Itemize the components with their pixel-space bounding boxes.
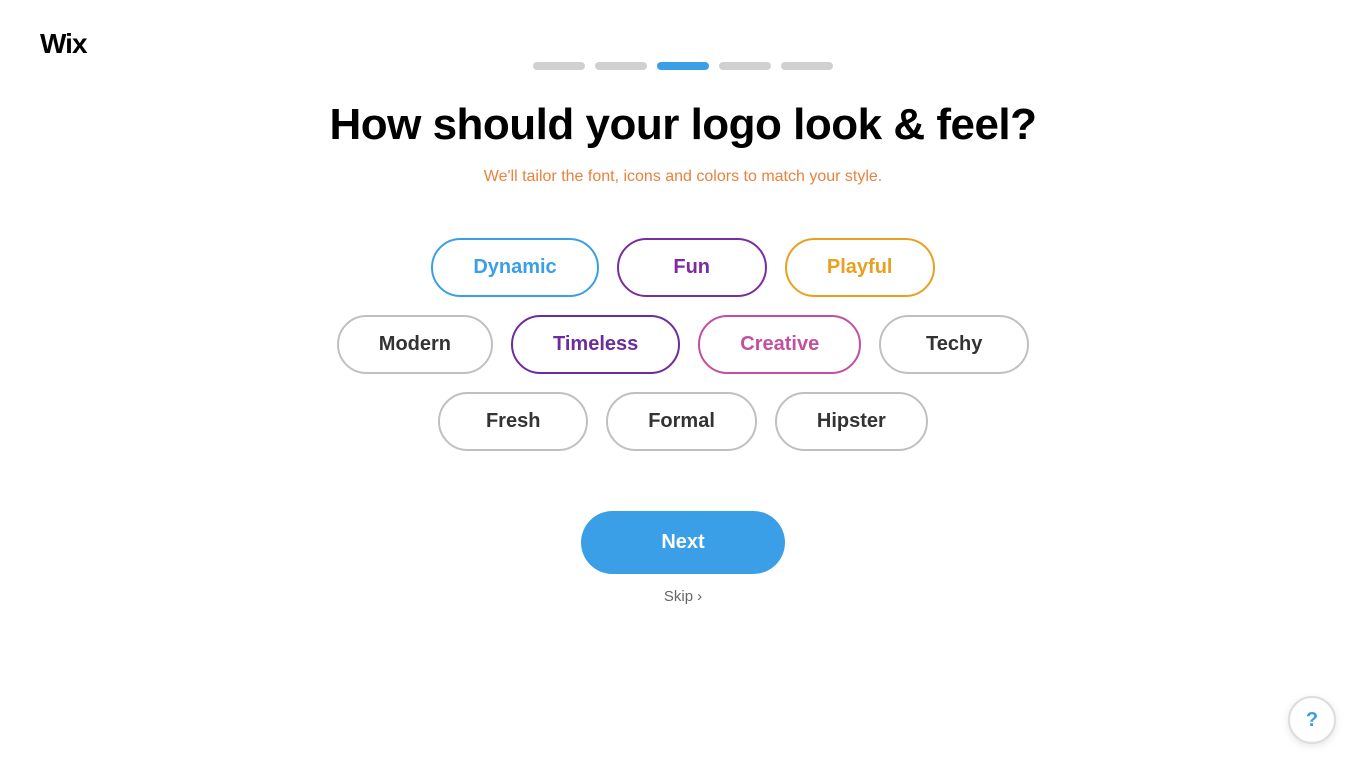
progress-step-3 [657,62,709,70]
options-row-1: Dynamic Fun Playful [431,238,934,297]
progress-step-5 [781,62,833,70]
skip-chevron-icon: › [697,588,702,605]
progress-step-4 [719,62,771,70]
options-row-2: Modern Timeless Creative Techy [337,315,1029,374]
option-formal[interactable]: Formal [606,392,757,451]
option-fun[interactable]: Fun [617,238,767,297]
skip-link[interactable]: Skip › [664,588,702,605]
option-timeless[interactable]: Timeless [511,315,680,374]
options-row-3: Fresh Formal Hipster [438,392,928,451]
option-playful[interactable]: Playful [785,238,935,297]
progress-step-2 [595,62,647,70]
skip-label: Skip [664,588,693,605]
help-icon: ? [1306,709,1318,732]
option-dynamic[interactable]: Dynamic [431,238,598,297]
option-creative[interactable]: Creative [698,315,861,374]
progress-bar [533,62,833,70]
next-button[interactable]: Next [581,511,784,574]
option-hipster[interactable]: Hipster [775,392,928,451]
options-container: Dynamic Fun Playful Modern Timeless Crea… [337,238,1029,451]
help-button[interactable]: ? [1288,696,1336,744]
option-modern[interactable]: Modern [337,315,493,374]
page-title: How should your logo look & feel? [329,100,1036,150]
option-techy[interactable]: Techy [879,315,1029,374]
main-content: How should your logo look & feel? We'll … [0,0,1366,605]
progress-step-1 [533,62,585,70]
wix-logo: Wix [40,28,87,60]
page-subtitle: We'll tailor the font, icons and colors … [484,168,883,186]
option-fresh[interactable]: Fresh [438,392,588,451]
